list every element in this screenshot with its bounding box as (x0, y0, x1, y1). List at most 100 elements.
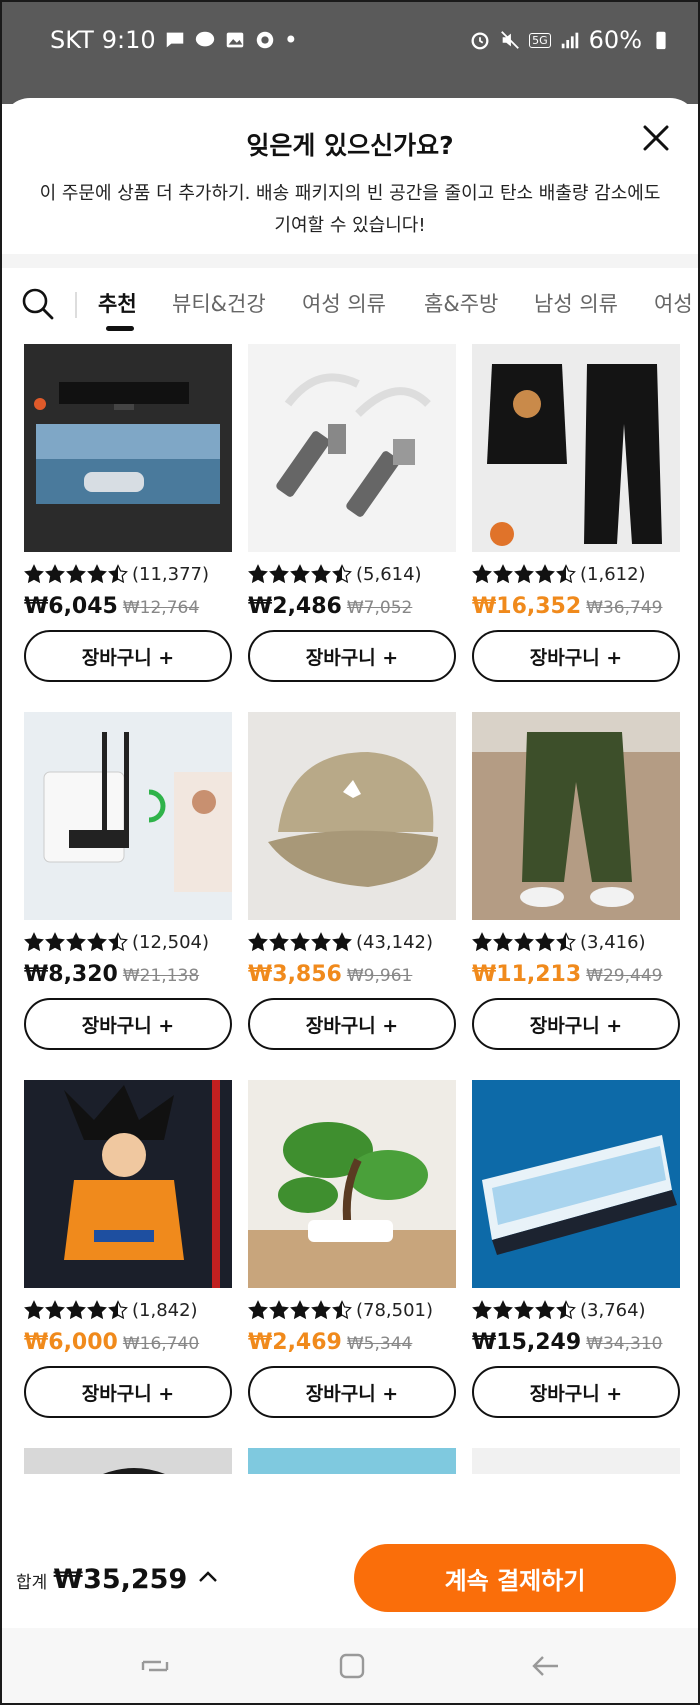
order-total[interactable]: 합계 ₩35,259 (16, 1564, 219, 1595)
star-icon (45, 1300, 65, 1320)
add-to-cart-button[interactable]: 장바구니 + (472, 630, 680, 682)
product-image-bonsai[interactable] (248, 1080, 456, 1288)
product-image-jogger-pants[interactable] (472, 712, 680, 920)
product-card[interactable]: (43,142) ₩3,856 ₩9,961 장바구니 + (248, 712, 456, 1050)
screen: SKT 9:10 • 5G 60% 잊은게 있으신가요? 이 주문에 상품 더 … (0, 0, 700, 1705)
product-card[interactable] (248, 1448, 456, 1474)
add-to-cart-button[interactable]: 장바구니 + (472, 1366, 680, 1418)
star-icon (290, 564, 310, 584)
star-icon (87, 1300, 107, 1320)
add-to-cart-button[interactable]: 장바구니 + (248, 1366, 456, 1418)
price: ₩15,249 (472, 1330, 582, 1355)
original-price: ₩12,764 (122, 598, 200, 618)
battery-icon (656, 31, 666, 50)
star-icon (472, 932, 492, 952)
product-card[interactable]: (3,416) ₩11,213 ₩29,449 장바구니 + (472, 712, 680, 1050)
star-icon (332, 932, 352, 952)
product-card[interactable]: (1,842) ₩6,000 ₩16,740 장바구니 + (24, 1080, 232, 1418)
review-count: (78,501) (356, 1299, 434, 1321)
product-card[interactable]: (1,612) ₩16,352 ₩36,749 장바구니 + (472, 344, 680, 682)
tab-home-kitchen[interactable]: 홈&주방 (424, 288, 498, 318)
search-icon[interactable] (20, 286, 56, 322)
star-icon (556, 1300, 576, 1320)
tab-mens-clothing[interactable]: 남성 의류 (534, 288, 618, 318)
home-icon[interactable] (334, 1648, 370, 1684)
product-image-keyboard[interactable] (472, 1080, 680, 1288)
mute-icon (501, 31, 520, 49)
talk-icon (195, 31, 214, 47)
add-to-cart-button[interactable]: 장바구니 + (248, 630, 456, 682)
product-image-mouse[interactable] (472, 1448, 680, 1474)
rating: (3,764) (472, 1298, 646, 1322)
add-to-cart-button[interactable]: 장바구니 + (248, 998, 456, 1050)
rating: (11,377) (24, 562, 209, 586)
network-label: 5G (529, 32, 551, 48)
original-price: ₩7,052 (346, 598, 413, 618)
rating: (1,842) (24, 1298, 198, 1322)
alarm-icon (471, 32, 489, 50)
price: ₩16,352 (472, 594, 582, 619)
product-card[interactable]: (78,501) ₩2,469 ₩5,344 장바구니 + (248, 1080, 456, 1418)
price: ₩8,320 (24, 962, 118, 987)
product-image-slipper[interactable] (24, 1448, 232, 1474)
star-icon (535, 932, 555, 952)
product-image-baseball-cap[interactable] (248, 712, 456, 920)
message-icon (166, 32, 183, 48)
product-card[interactable]: (12,504) ₩8,320 ₩21,138 장바구니 + (24, 712, 232, 1050)
original-price: ₩34,310 (586, 1334, 663, 1354)
chevron-up-icon[interactable] (197, 1566, 219, 1588)
star-icon (45, 932, 65, 952)
review-count: (3,416) (580, 931, 646, 953)
star-icon (108, 564, 128, 584)
product-image-wifi-adapter[interactable] (24, 712, 232, 920)
price: ₩2,469 (248, 1330, 342, 1355)
product-card[interactable]: (5,614) ₩2,486 ₩7,052 장바구니 + (248, 344, 456, 682)
divider (75, 292, 77, 318)
star-icon (248, 1300, 268, 1320)
price: ₩6,045 (24, 594, 118, 619)
rating: (43,142) (248, 930, 433, 954)
rating: (3,416) (472, 930, 646, 954)
product-image-charger[interactable] (248, 1448, 456, 1474)
product-image-usb-hub[interactable] (248, 344, 456, 552)
sheet-description: 이 주문에 상품 더 추가하기. 배송 패키지의 빈 공간을 줄이고 탄소 배출… (39, 183, 661, 236)
star-icon (493, 1300, 513, 1320)
product-image-tracksuit[interactable] (472, 344, 680, 552)
status-bar: SKT 9:10 • 5G 60% (2, 2, 698, 74)
star-icon (311, 932, 331, 952)
star-icon (66, 932, 86, 952)
total-amount: ₩35,259 (53, 1564, 188, 1595)
star-icon (332, 564, 352, 584)
tab-beauty-health[interactable]: 뷰티&건강 (172, 288, 266, 318)
product-card[interactable]: (11,377) ₩6,045 ₩12,764 장바구니 + (24, 344, 232, 682)
add-to-cart-button[interactable]: 장바구니 + (472, 998, 680, 1050)
star-icon (556, 564, 576, 584)
review-count: (12,504) (132, 931, 210, 953)
back-icon[interactable] (528, 1648, 564, 1684)
carrier-label: SKT (50, 26, 94, 54)
divider (2, 254, 698, 268)
product-image-goku-figure[interactable] (24, 1080, 232, 1288)
product-card[interactable]: (3,764) ₩15,249 ₩34,310 장바구니 + (472, 1080, 680, 1418)
tab-womens-clothing[interactable]: 여성 의류 (302, 288, 386, 318)
product-card[interactable] (472, 1448, 680, 1474)
review-count: (1,842) (132, 1299, 198, 1321)
rating: (78,501) (248, 1298, 433, 1322)
star-icon (290, 1300, 310, 1320)
checkout-bar: 합계 ₩35,259 계속 결제하기 (2, 1532, 698, 1628)
close-icon[interactable] (636, 118, 676, 158)
star-icon (66, 564, 86, 584)
continue-checkout-button[interactable]: 계속 결제하기 (354, 1544, 676, 1612)
add-to-cart-button[interactable]: 장바구니 + (24, 998, 232, 1050)
tab-recommended[interactable]: 추천 (98, 288, 137, 318)
add-to-cart-button[interactable]: 장바구니 + (24, 630, 232, 682)
product-image-desk-mat[interactable] (24, 344, 232, 552)
star-icon (332, 1300, 352, 1320)
star-icon (24, 564, 44, 584)
star-icon (108, 1300, 128, 1320)
review-count: (3,764) (580, 1299, 646, 1321)
product-card[interactable] (24, 1448, 232, 1474)
add-to-cart-button[interactable]: 장바구니 + (24, 1366, 232, 1418)
recent-apps-icon[interactable] (137, 1648, 173, 1684)
tab-women[interactable]: 여성 (654, 288, 693, 318)
